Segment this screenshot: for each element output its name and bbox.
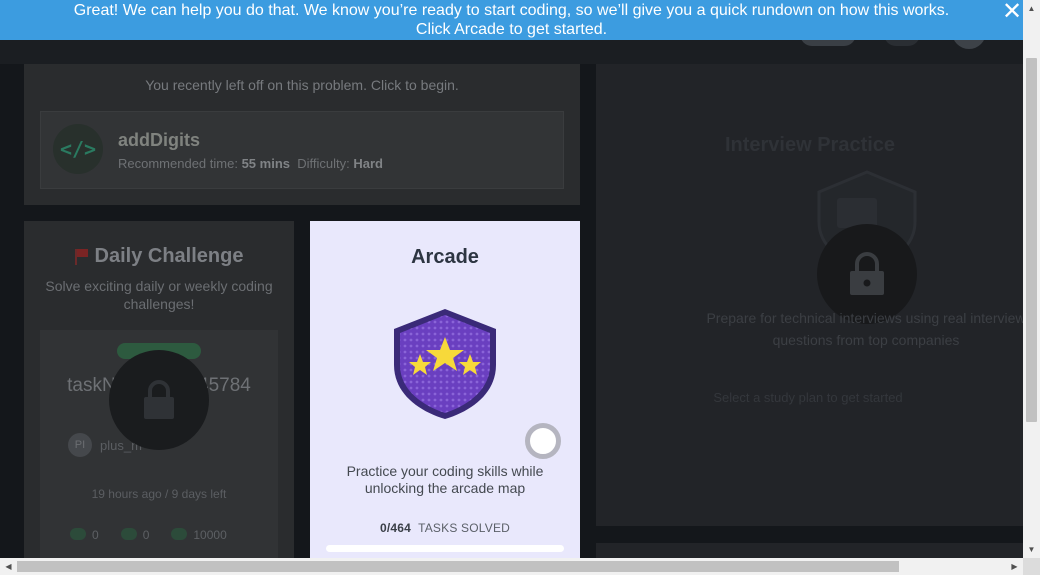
lock-icon <box>850 252 884 295</box>
likes-count: 0 <box>142 528 150 542</box>
problem-name[interactable]: addDigits <box>118 130 200 151</box>
scroll-up-arrow-icon[interactable]: ▲ <box>1023 0 1040 17</box>
code-icon: </> <box>53 124 103 174</box>
resume-prompt: You recently left off on this problem. C… <box>145 77 459 93</box>
horizontal-scroll-thumb[interactable] <box>17 561 899 572</box>
scroll-down-arrow-icon[interactable]: ▼ <box>1023 541 1040 558</box>
banner-message: Great! We can help you do that. We know … <box>0 1 1023 39</box>
vertical-scrollbar[interactable]: ▲ ▼ <box>1023 0 1040 558</box>
users-icon <box>70 528 86 540</box>
participants-stat: 0 <box>70 528 99 542</box>
interview-practice-title: Interview Practice <box>724 134 896 156</box>
study-plan-link[interactable]: Select a study plan to get started <box>538 390 1023 405</box>
daily-challenge-title-text: Daily Challenge <box>94 245 244 267</box>
arcade-tasks-solved: 0/464 TASKS SOLVED <box>310 521 580 535</box>
daily-lock-overlay <box>109 350 209 450</box>
vertical-scroll-thumb[interactable] <box>1026 58 1037 422</box>
horizontal-scrollbar[interactable]: ◀ ▶ <box>0 558 1023 575</box>
daily-challenge-title: Daily Challenge <box>24 245 294 268</box>
arcade-card[interactable]: Arcade Practice your coding skills while… <box>310 221 580 558</box>
tutorial-hotspot-ring[interactable] <box>525 423 561 459</box>
onboarding-banner: Great! We can help you do that. We know … <box>0 0 1023 40</box>
flag-icon <box>74 249 88 265</box>
scroll-right-arrow-icon[interactable]: ▶ <box>1006 558 1023 575</box>
task-time-info: 19 hours ago / 9 days left <box>91 487 227 501</box>
likes-stat: 0 <box>120 528 150 542</box>
page: You recently left off on this problem. C… <box>0 0 1023 558</box>
task-stats: 0 0 10000 <box>70 528 227 542</box>
reward-count: 10000 <box>193 528 227 542</box>
scroll-left-arrow-icon[interactable]: ◀ <box>0 558 17 575</box>
author-avatar: PI <box>68 433 92 457</box>
next-card <box>596 543 1023 558</box>
arcade-description: Practice your coding skills while unlock… <box>346 463 544 496</box>
interview-practice-description: Prepare for technical interviews using r… <box>706 310 1023 348</box>
scrollbar-corner <box>1023 558 1040 575</box>
coin-icon <box>171 528 188 540</box>
recommended-time-value: 55 mins <box>241 156 290 171</box>
close-icon[interactable]: ✕ <box>1001 0 1023 24</box>
arcade-title: Arcade <box>411 246 479 268</box>
thumbs-up-icon <box>120 528 137 540</box>
problem-meta: Recommended time: 55 mins Difficulty: Ha… <box>118 156 383 171</box>
arcade-shield-icon <box>394 309 496 419</box>
recommended-time-label: Recommended time: <box>118 156 238 171</box>
lock-icon <box>144 380 174 419</box>
arcade-tasks-count: 0/464 <box>379 521 411 535</box>
difficulty-value: Hard <box>353 156 383 171</box>
banner-line-1: Great! We can help you do that. We know … <box>73 2 950 19</box>
daily-challenge-subtitle: Solve exciting daily or weekly coding ch… <box>45 278 273 312</box>
arcade-progress-bar <box>326 545 564 552</box>
banner-line-2: Click Arcade to get started. <box>415 21 608 38</box>
difficulty-label: Difficulty: <box>297 156 350 171</box>
arcade-tasks-label: TASKS SOLVED <box>418 521 511 535</box>
reward-stat: 10000 <box>171 528 227 542</box>
participants-count: 0 <box>92 528 99 542</box>
